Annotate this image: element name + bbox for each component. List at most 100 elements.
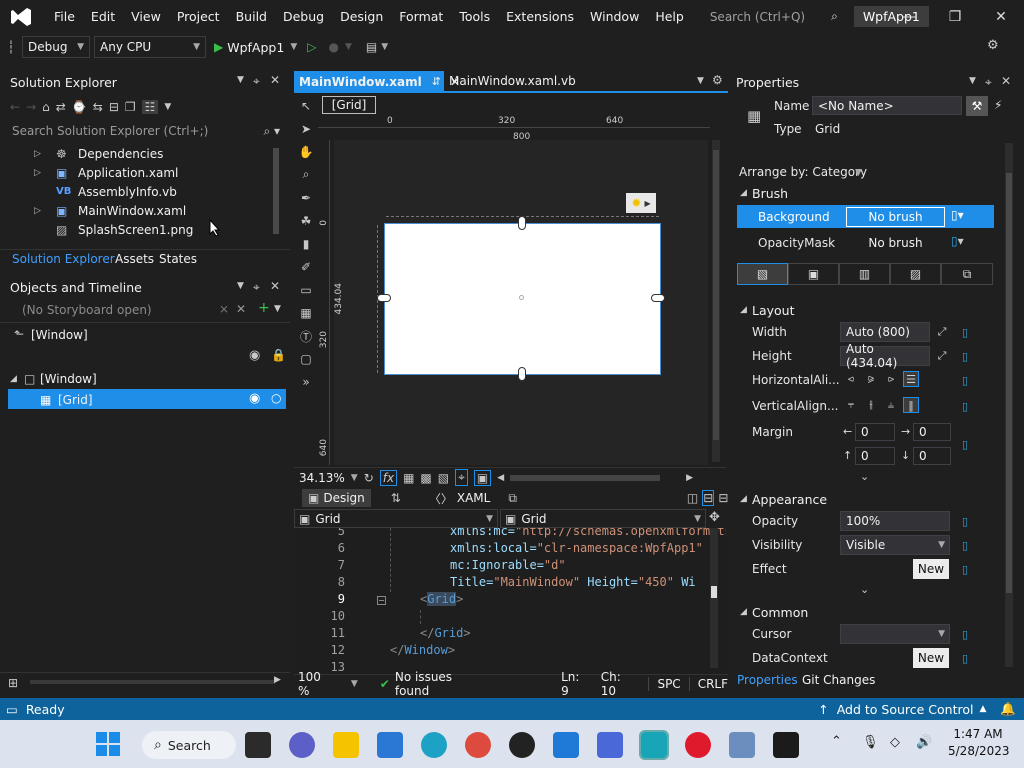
clock-date[interactable]: 5/28/2023 [948,744,1010,758]
refresh-icon[interactable]: ↻ [364,471,374,485]
height-input[interactable]: Auto (434.04) [840,342,930,370]
expand-arrow-icon[interactable]: ▷ [34,168,56,178]
datacontext-new-button[interactable]: New [913,648,949,668]
solid-brush-icon[interactable]: ▣ [788,263,839,285]
global-search-box[interactable]: Search (Ctrl+Q) ⌕ [710,5,838,29]
margin-right-input[interactable]: 0 [913,423,951,441]
editor-zoom-value[interactable]: 100 % [298,670,331,698]
artboard-background-icon[interactable]: ▧ [438,471,449,485]
timeline-icon[interactable]: ⊞ [8,676,18,690]
show-grid-icon[interactable]: ▦ [403,471,414,485]
control-tool-icon[interactable]: ▢ [294,348,318,371]
visibility-dropdown[interactable]: Visible ▼ [840,535,950,555]
effect-new-button[interactable]: New [913,559,949,579]
tab-solution-explorer[interactable]: Solution Explorer [12,252,115,266]
grid-tool-icon[interactable]: ▦ [294,302,318,325]
task-view-icon[interactable] [245,732,271,758]
events-lightning-icon[interactable]: ⚡ [994,98,1002,112]
tree-item-mainwindow-xaml[interactable]: ▷ ▣ MainWindow.xaml [34,201,186,220]
gradient-brush-icon[interactable]: ▥ [839,263,890,285]
name-input[interactable]: <No Name> [812,96,962,115]
solution-explorer-scrollbar[interactable] [273,148,279,234]
start-target-label[interactable]: WpfApp1 [227,40,284,55]
menu-format[interactable]: Format [391,0,451,33]
object-tree-window[interactable]: ◢ □ [Window] [10,369,97,388]
collapse-all-icon[interactable]: ⊟ [109,100,119,114]
gradient-tool-icon[interactable]: ▮ [294,232,318,255]
align-stretch-icon[interactable]: ☰ [903,371,919,387]
start-without-debug-icon[interactable]: ▷ [307,40,316,54]
eyedropper-icon[interactable]: ✒ [294,186,318,209]
resize-handle-top[interactable] [518,216,526,230]
text-tool-icon[interactable]: Ⓣ [294,325,318,348]
swap-panes-icon[interactable]: ⇅ [391,491,401,505]
notifications-icon[interactable]: 🔔 [1000,701,1016,717]
scope-right-dropdown[interactable]: ▣ Grid ▼ [500,509,706,528]
property-marker-icon[interactable]: ▯ [957,513,973,529]
width-input[interactable]: Auto (800) [840,322,930,342]
lightbulb-icon[interactable]: ✹ ▶ [626,193,656,213]
windows-start-icon[interactable] [96,732,120,756]
blender-icon[interactable] [597,732,623,758]
live-share-icon[interactable]: ⚙ [987,38,999,53]
chevron-up-icon[interactable]: ⌃ [831,734,842,749]
menu-tools[interactable]: Tools [451,0,498,33]
layout-section-header[interactable]: Layout [752,303,795,318]
snap-gridlines-icon[interactable]: ▩ [420,471,431,485]
align-right-icon[interactable]: ⪧ [883,371,899,387]
preview-selected-icon[interactable]: ☷ [141,100,159,114]
arrange-by-dropdown[interactable]: Arrange by: Category [739,165,867,179]
align-middle-icon[interactable]: ⫲ [863,397,879,413]
property-marker-icon[interactable]: ▯ [957,372,973,388]
chevron-down-icon[interactable]: ▼ [237,281,244,291]
lock-icon[interactable]: 🔒 [271,348,286,362]
start-debug-icon[interactable]: ▶ [214,40,223,54]
breadcrumb-grid[interactable]: [Grid] [322,96,376,114]
menu-file[interactable]: File [46,0,83,33]
clock-time[interactable]: 1:47 AM [948,727,1008,741]
image-brush-icon[interactable]: ▨ [890,263,941,285]
close-panel-icon[interactable]: ✕ [270,73,280,87]
close-panel-icon[interactable]: ✕ [270,279,280,293]
tab-mainwindow-xaml[interactable]: MainWindow.xaml ⇵ ✕ [294,71,460,92]
properties-vscroll[interactable] [1005,143,1013,667]
platform-dropdown[interactable]: Any CPU ▼ [94,36,206,58]
collapse-section-icon[interactable]: ◢ [740,607,747,617]
tree-item-dependencies[interactable]: ▷ ☸ Dependencies [34,144,163,163]
property-marker-icon[interactable]: ▯ [957,348,973,364]
visual-studio-blend-icon[interactable] [639,730,669,760]
menu-build[interactable]: Build [228,0,275,33]
property-marker-icon[interactable]: ▯ [957,398,973,414]
menu-design[interactable]: Design [332,0,391,33]
line-ending-mode[interactable]: CRLF [688,676,728,691]
unlock-dot-icon[interactable]: ○ [271,391,281,405]
paint-bucket-icon[interactable]: ☘ [294,209,318,232]
resize-handle-right[interactable] [651,294,665,302]
configuration-dropdown[interactable]: Debug ▼ [22,36,90,58]
property-marker-icon[interactable]: ▯ [957,626,973,642]
close-panel-icon[interactable]: ✕ [1001,74,1011,88]
obs-icon[interactable] [509,732,535,758]
designer-zoom-value[interactable]: 34.13% [299,471,345,485]
menu-window[interactable]: Window [582,0,647,33]
eye-icon[interactable]: ◉ [249,348,260,363]
taskbar-search[interactable]: ⌕ Search [142,731,236,759]
resize-handle-bottom[interactable] [518,367,526,381]
minimize-icon[interactable]: — [886,0,932,33]
popout-icon[interactable]: ⧉ [508,491,517,506]
menu-help[interactable]: Help [647,0,692,33]
issues-label[interactable]: No issues found [395,670,477,698]
properties-search-input[interactable]: ⌕ [736,141,1012,159]
margin-bottom-input[interactable]: 0 [913,447,951,465]
store-icon[interactable] [377,732,403,758]
chevron-down-icon[interactable]: ▼ [274,304,281,314]
tree-item-splashscreen[interactable]: ▨ SplashScreen1.png [56,220,193,239]
valign-stretch-icon[interactable]: ‖ [903,397,919,413]
pan-tool-icon[interactable]: ✋ [294,140,318,163]
maximize-icon[interactable]: ❐ [932,0,978,33]
add-scope-icon[interactable]: ✥ [709,510,720,525]
rectangle-tool-icon[interactable]: ▭ [294,279,318,302]
selection-tool-icon[interactable]: ↖ [294,94,318,117]
chevron-down-icon[interactable]: ▼ [381,42,388,52]
collapse-section-icon[interactable]: ◢ [740,188,747,198]
